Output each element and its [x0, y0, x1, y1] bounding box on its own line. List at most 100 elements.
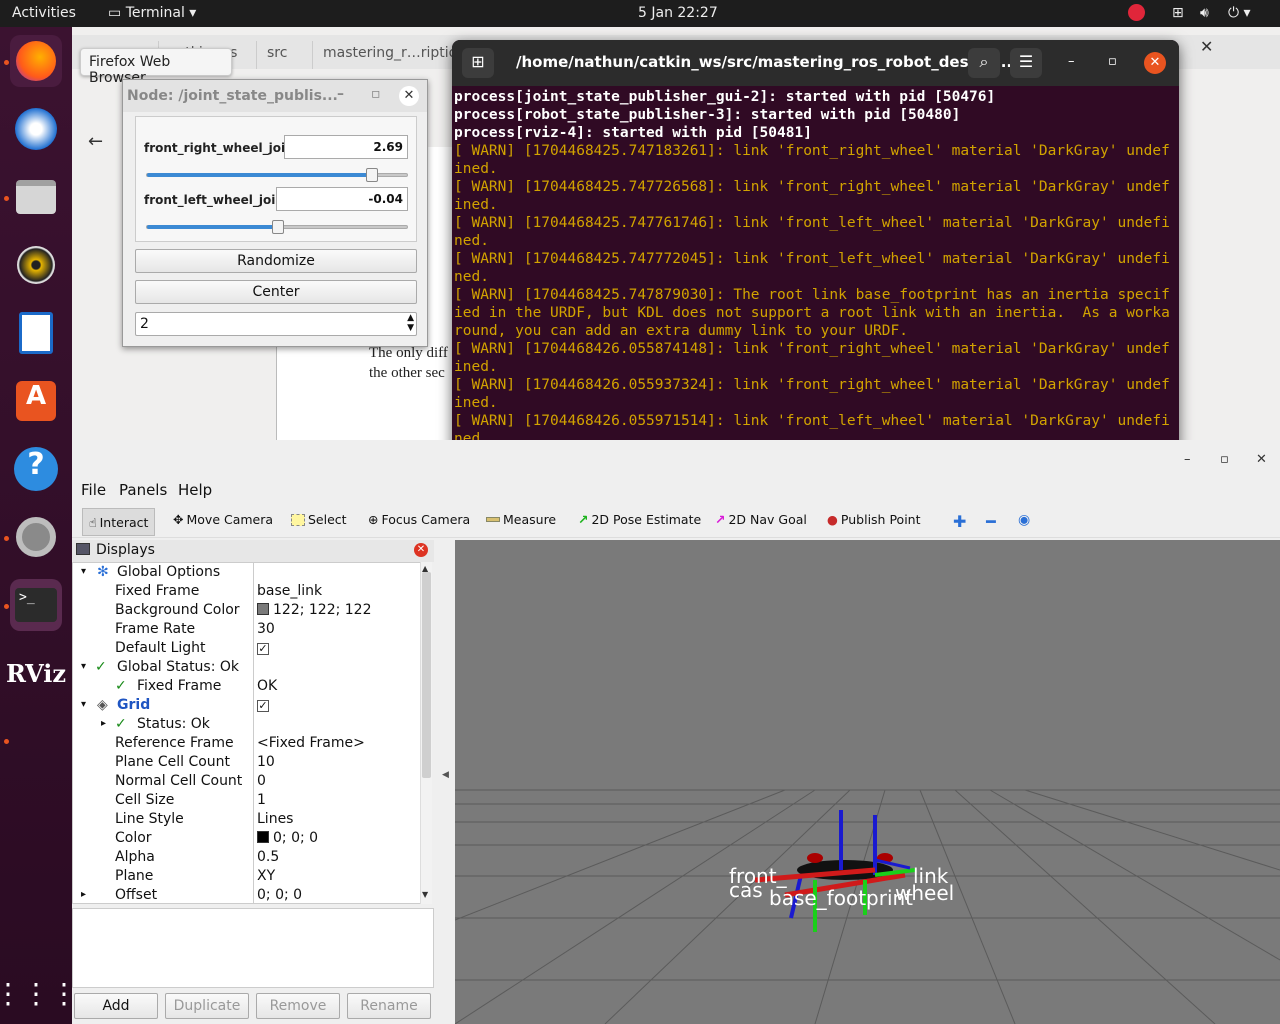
- joint-value-front-left[interactable]: -0.04: [276, 187, 408, 211]
- tool-select[interactable]: Select: [291, 512, 347, 527]
- display-property-row[interactable]: ✓ Fixed Frame OK: [73, 677, 423, 696]
- close-panel-icon[interactable]: ✕: [414, 543, 428, 557]
- property-value[interactable]: 0; 0; 0: [257, 887, 302, 903]
- tool-publish-point[interactable]: ● Publish Point: [827, 512, 921, 527]
- close-icon[interactable]: ✕: [1200, 37, 1213, 56]
- thunderbird-icon[interactable]: [10, 103, 62, 155]
- minimize-icon[interactable]: –: [1068, 54, 1075, 69]
- displays-scrollbar[interactable]: ▲ ▼: [420, 562, 432, 904]
- help-icon[interactable]: ?: [10, 443, 62, 495]
- network-icon[interactable]: ⊞: [1172, 5, 1184, 21]
- add-display-button[interactable]: Add: [74, 993, 158, 1019]
- property-value[interactable]: 10: [257, 754, 275, 770]
- settings-icon[interactable]: [10, 511, 62, 563]
- spin-arrows-icon[interactable]: ▲ ▼: [407, 313, 414, 333]
- display-property-row[interactable]: Frame Rate 30: [73, 620, 423, 639]
- property-value[interactable]: 1: [257, 792, 266, 808]
- close-icon[interactable]: ✕: [399, 86, 419, 106]
- display-property-row[interactable]: ▾ ✻ Global Options: [73, 563, 423, 582]
- volume-icon[interactable]: 🔊︎: [1200, 5, 1209, 21]
- tool-2d-pose-estimate[interactable]: ↗ 2D Pose Estimate: [578, 512, 701, 527]
- rename-display-button[interactable]: Rename: [347, 993, 431, 1019]
- randomize-button[interactable]: Randomize: [135, 249, 417, 273]
- slider-handle[interactable]: [272, 220, 284, 234]
- displays-tree[interactable]: ▾ ✻ Global Options Fixed Frame base_link Back…: [72, 562, 424, 904]
- close-icon[interactable]: ✕: [1256, 452, 1267, 467]
- tool-2d-nav-goal[interactable]: ↗ 2D Nav Goal: [715, 512, 807, 527]
- remove-tool-icon[interactable]: ━: [986, 512, 996, 531]
- maximize-icon[interactable]: ▫: [371, 86, 381, 102]
- back-icon[interactable]: ←: [88, 131, 103, 152]
- tool-move-camera[interactable]: ✥ Move Camera: [173, 512, 273, 527]
- display-property-row[interactable]: Line Style Lines: [73, 810, 423, 829]
- checkbox[interactable]: ✓: [257, 643, 269, 655]
- files-icon[interactable]: [10, 171, 62, 223]
- firefox-icon[interactable]: [10, 35, 62, 87]
- display-property-row[interactable]: Cell Size 1: [73, 791, 423, 810]
- collapse-arrow-icon[interactable]: ▾: [81, 566, 86, 577]
- terminal-output[interactable]: process[joint_state_publisher_gui-2]: st…: [452, 86, 1179, 486]
- scroll-down-icon[interactable]: ▼: [422, 890, 428, 899]
- maximize-icon[interactable]: ▫: [1220, 452, 1229, 467]
- expand-arrow-icon[interactable]: ▸: [101, 718, 106, 729]
- duplicate-display-button[interactable]: Duplicate: [165, 993, 249, 1019]
- property-value[interactable]: XY: [257, 868, 275, 884]
- show-apps-icon[interactable]: ⋮⋮⋮: [0, 967, 78, 1019]
- expand-arrow-icon[interactable]: ▸: [81, 889, 86, 900]
- collapse-arrow-icon[interactable]: ▾: [81, 661, 86, 672]
- display-property-row[interactable]: ▸ ✓ Status: Ok: [73, 715, 423, 734]
- display-property-row[interactable]: ▸ Offset 0; 0; 0: [73, 886, 423, 903]
- minimize-icon[interactable]: –: [337, 86, 344, 102]
- display-property-row[interactable]: Plane Cell Count 10: [73, 753, 423, 772]
- menu-help[interactable]: Help: [178, 481, 212, 499]
- spinbox[interactable]: 2 ▲ ▼: [135, 312, 417, 336]
- scrollbar-thumb[interactable]: [422, 572, 431, 778]
- slider-handle[interactable]: [366, 168, 378, 182]
- property-value[interactable]: 0: [257, 773, 266, 789]
- menu-icon[interactable]: ☰: [1010, 48, 1042, 78]
- add-tool-icon[interactable]: ✚: [953, 512, 966, 531]
- display-property-row[interactable]: Color 0; 0; 0: [73, 829, 423, 848]
- collapse-left-icon[interactable]: ◀: [442, 770, 449, 780]
- tool-focus-camera[interactable]: ⊕ Focus Camera: [368, 512, 470, 527]
- collapse-arrow-icon[interactable]: ▾: [81, 699, 86, 710]
- writer-icon[interactable]: [10, 307, 62, 359]
- joint-value-front-right[interactable]: 2.69: [284, 135, 408, 159]
- property-checkbox[interactable]: ✓: [257, 640, 269, 656]
- close-icon[interactable]: ✕: [1144, 52, 1166, 74]
- property-value[interactable]: 0.5: [257, 849, 279, 865]
- property-value[interactable]: 0; 0; 0: [257, 830, 318, 846]
- display-property-row[interactable]: Default Light ✓: [73, 639, 423, 658]
- center-button[interactable]: Center: [135, 280, 417, 304]
- view-eye-icon[interactable]: ◉: [1018, 512, 1030, 528]
- property-value[interactable]: base_link: [257, 583, 322, 599]
- menu-panels[interactable]: Panels: [119, 481, 167, 499]
- display-property-row[interactable]: Alpha 0.5: [73, 848, 423, 867]
- tab-src[interactable]: src: [256, 41, 297, 69]
- power-icon[interactable]: ⏻ ▾: [1228, 5, 1251, 21]
- tool-interact[interactable]: ☝ Interact: [82, 508, 156, 536]
- maximize-icon[interactable]: ▫: [1108, 54, 1117, 69]
- joint-slider-front-right[interactable]: [146, 168, 408, 182]
- search-icon[interactable]: ⌕: [968, 48, 1000, 78]
- display-property-row[interactable]: Fixed Frame base_link: [73, 582, 423, 601]
- tool-measure[interactable]: Measure: [486, 512, 556, 527]
- property-checkbox[interactable]: ✓: [257, 697, 269, 713]
- activities-button[interactable]: Activities: [12, 5, 76, 21]
- rhythmbox-icon[interactable]: [10, 239, 62, 291]
- terminal-icon[interactable]: >_: [10, 579, 62, 631]
- joint-slider-front-left[interactable]: [146, 220, 408, 234]
- display-property-row[interactable]: ▾ ◈ Grid ✓: [73, 696, 423, 715]
- 3d-viewport[interactable]: front_ cas base_footprint link wheel: [455, 540, 1280, 1024]
- rviz-icon[interactable]: RViz: [6, 647, 66, 699]
- app-menu[interactable]: ▭ Terminal ▾: [108, 5, 196, 21]
- display-property-row[interactable]: Plane XY: [73, 867, 423, 886]
- property-value[interactable]: <Fixed Frame>: [257, 735, 365, 751]
- clock[interactable]: 5 Jan 22:27: [638, 5, 718, 21]
- minimize-icon[interactable]: –: [1184, 452, 1191, 467]
- do-not-disturb-icon[interactable]: [1128, 4, 1145, 21]
- remove-display-button[interactable]: Remove: [256, 993, 340, 1019]
- new-tab-icon[interactable]: ⊞: [462, 48, 494, 78]
- menu-file[interactable]: File: [81, 481, 106, 499]
- display-property-row[interactable]: Reference Frame <Fixed Frame>: [73, 734, 423, 753]
